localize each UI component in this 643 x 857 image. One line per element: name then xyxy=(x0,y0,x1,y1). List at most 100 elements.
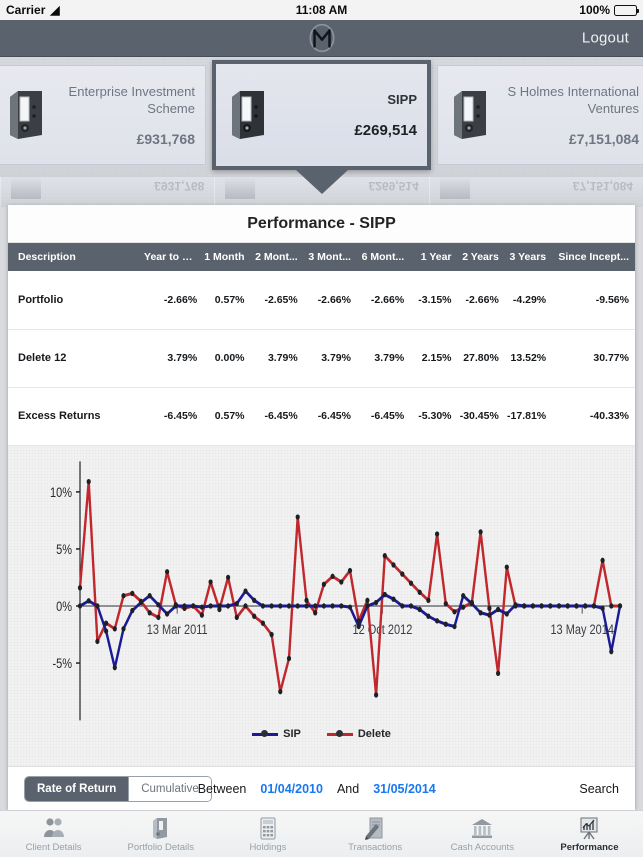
portfolio-selector-strip: Enterprise Investment Scheme £931,768 SI… xyxy=(0,57,643,207)
date-from-field[interactable]: 01/04/2010 xyxy=(260,782,323,796)
performance-line-chart: 10% 5% 0% -5% 13 Mar 2011 12 Oct 2012 13 May 2… xyxy=(50,460,623,720)
date-range-controls: Between 01/04/2010 And 31/05/2014 xyxy=(198,782,436,796)
performance-chart: 10% 5% 0% -5% 13 Mar 2011 12 Oct 2012 13 May 2… xyxy=(8,445,635,766)
cell-value: -2.66% xyxy=(356,271,411,330)
reflection-value: £269,514 xyxy=(368,179,419,193)
cell-value: -40.33% xyxy=(552,387,635,446)
column-header-3-years[interactable]: 3 Years xyxy=(504,243,553,271)
row-label: Excess Returns xyxy=(8,387,145,446)
column-header-1-year[interactable]: 1 Year xyxy=(410,243,458,271)
column-header-2-years[interactable]: 2 Years xyxy=(457,243,505,271)
column-header-2-months[interactable]: 2 Mont... xyxy=(250,243,304,271)
tab-label: Performance xyxy=(560,841,619,853)
portfolio-card-value: £269,514 xyxy=(354,122,417,139)
tab-portfolio-details[interactable]: Portfolio Details xyxy=(107,811,214,857)
logout-button[interactable]: Logout xyxy=(582,30,629,47)
app-logo-m-icon xyxy=(309,23,334,53)
column-header-1-month[interactable]: 1 Month xyxy=(203,243,251,271)
binder-icon xyxy=(152,817,167,839)
cell-value: -6.45% xyxy=(356,387,411,446)
cell-value: -6.45% xyxy=(303,387,357,446)
tab-cash-accounts[interactable]: Cash Accounts xyxy=(429,811,536,857)
legend-swatch xyxy=(326,730,353,737)
performance-table: Description Year to D... 1 Month 2 Mont.… xyxy=(8,243,635,446)
portfolio-card-sipp[interactable]: SIPP £269,514 xyxy=(212,60,431,170)
selected-card-pointer xyxy=(295,170,348,194)
table-header-row: Description Year to D... 1 Month 2 Mont.… xyxy=(8,243,635,271)
tab-transactions[interactable]: Transactions xyxy=(322,811,429,857)
reflection-value: £7,151,084 xyxy=(572,179,633,193)
cell-value: 0.57% xyxy=(203,387,251,446)
column-header-since-inception[interactable]: Since Incept... xyxy=(552,243,635,271)
cell-value: -9.56% xyxy=(552,271,635,330)
svg-text:5%: 5% xyxy=(56,541,72,557)
cell-value: 3.79% xyxy=(356,329,411,388)
table-row[interactable]: Excess Returns -6.45% 0.57% -6.45% -6.45… xyxy=(8,387,635,446)
svg-text:13 Mar 2011: 13 Mar 2011 xyxy=(147,621,208,637)
portfolio-card-text: S Holmes International Ventures £7,151,0… xyxy=(490,66,639,164)
document-pen-icon xyxy=(365,817,383,840)
binder-icon xyxy=(454,91,486,139)
tab-label: Holdings xyxy=(249,841,287,853)
column-header-6-months[interactable]: 6 Mont... xyxy=(356,243,411,271)
people-icon xyxy=(43,817,64,837)
cell-value: -17.81% xyxy=(504,387,553,446)
cell-value: 27.80% xyxy=(457,329,505,388)
cell-value: -2.66% xyxy=(144,271,204,330)
card-reflection: £7,151,084 xyxy=(428,177,643,207)
clock-label: 11:08 AM xyxy=(295,3,348,17)
page-title: Performance - SIPP xyxy=(8,205,635,243)
return-mode-segmented-control[interactable]: Rate of Return Cumulative xyxy=(24,775,212,802)
cell-value: -2.66% xyxy=(303,271,357,330)
search-button[interactable]: Search xyxy=(579,782,619,796)
cell-value: -2.65% xyxy=(250,271,304,330)
tab-performance[interactable]: Performance xyxy=(536,811,643,857)
column-header-3-months[interactable]: 3 Mont... xyxy=(303,243,357,271)
tab-holdings[interactable]: Holdings xyxy=(214,811,321,857)
svg-text:-5%: -5% xyxy=(52,655,72,671)
segment-rate-of-return[interactable]: Rate of Return xyxy=(25,776,129,801)
column-header-year-to-date[interactable]: Year to D... xyxy=(144,243,204,271)
battery-icon xyxy=(614,4,639,16)
cell-value: 2.15% xyxy=(410,329,458,388)
date-to-field[interactable]: 31/05/2014 xyxy=(373,782,436,796)
binder-icon xyxy=(10,91,42,139)
table-row[interactable]: Delete 12 3.79% 0.00% 3.79% 3.79% 3.79% … xyxy=(8,329,635,388)
cell-value: 0.57% xyxy=(203,271,251,330)
and-label: And xyxy=(336,781,360,796)
column-header-description[interactable]: Description xyxy=(8,243,145,271)
tab-client-details[interactable]: Client Details xyxy=(0,811,107,857)
chart-controls-bar: Rate of Return Cumulative Between 01/04/… xyxy=(8,766,635,810)
performance-panel: Performance - SIPP Description Year to D… xyxy=(8,205,635,810)
svg-text:0%: 0% xyxy=(56,598,72,614)
portfolio-card-text: SIPP £269,514 xyxy=(268,64,417,166)
cell-value: 3.79% xyxy=(303,329,357,388)
svg-text:10%: 10% xyxy=(50,484,72,500)
svg-text:12 Oct 2012: 12 Oct 2012 xyxy=(352,621,412,637)
app-root: Carrier ◢ 11:08 AM 100% Logout Enterpris… xyxy=(0,0,643,857)
tab-label: Portfolio Details xyxy=(127,841,195,853)
portfolio-card-enterprise-investment-scheme[interactable]: Enterprise Investment Scheme £931,768 xyxy=(0,65,206,165)
between-label: Between xyxy=(197,781,247,796)
calculator-icon xyxy=(260,817,276,839)
legend-swatch xyxy=(252,730,279,737)
cell-value: 0.00% xyxy=(203,329,251,388)
chart-legend: SIP Delete xyxy=(8,728,635,740)
portfolio-card-name: Enterprise Investment Scheme xyxy=(68,84,195,116)
top-navigation-bar: Logout xyxy=(0,20,643,57)
legend-label: Delete xyxy=(357,728,391,740)
table-row[interactable]: Portfolio -2.66% 0.57% -2.65% -2.66% -2.… xyxy=(8,271,635,330)
portfolio-card-s-holmes-international-ventures[interactable]: S Holmes International Ventures £7,151,0… xyxy=(437,65,643,165)
reflection-value: £931,768 xyxy=(154,179,205,193)
svg-text:13 May 2014: 13 May 2014 xyxy=(550,621,613,637)
portfolio-card-name: S Holmes International Ventures xyxy=(507,84,639,116)
cell-value: -4.29% xyxy=(504,271,553,330)
portfolio-card-value: £7,151,084 xyxy=(568,131,639,147)
bank-icon xyxy=(472,818,493,838)
cell-value: -5.30% xyxy=(410,387,458,446)
cell-value: 3.79% xyxy=(250,329,304,388)
card-reflection: £931,768 xyxy=(0,177,215,207)
portfolio-card-value: £931,768 xyxy=(136,131,195,147)
tab-label: Client Details xyxy=(25,841,82,853)
chart-easel-icon xyxy=(580,817,598,839)
